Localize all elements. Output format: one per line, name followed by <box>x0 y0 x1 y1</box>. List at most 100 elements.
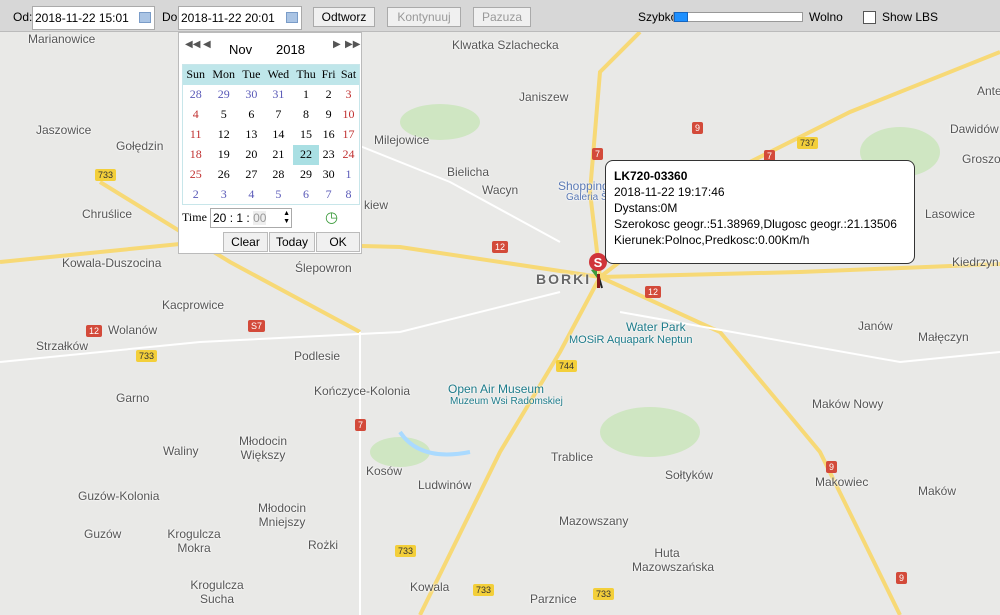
map-label: Janiszew <box>519 90 569 104</box>
map-label: Muzeum Wsi Radomskiej <box>450 396 563 407</box>
calendar-day[interactable]: 10 <box>338 105 359 125</box>
ok-button[interactable]: OK <box>316 232 360 252</box>
calendar-day[interactable]: 1 <box>338 165 359 185</box>
time-input[interactable]: 20 : 1 : 00 ▲ ▼ <box>210 208 292 228</box>
calendar-day[interactable]: 6 <box>239 105 264 125</box>
calendar-day[interactable]: 30 <box>239 85 264 105</box>
map-label: Jaszowice <box>36 123 92 137</box>
map-label: Janów <box>858 319 893 333</box>
calendar-day[interactable]: 20 <box>239 145 264 165</box>
calendar-week: 11 12 13 14 15 16 17 <box>183 125 360 145</box>
calendar-day[interactable]: 7 <box>264 105 293 125</box>
calendar-year[interactable]: 2018 <box>276 42 305 57</box>
info-popup: LK720-03360 2018-11-22 19:17:46 Dystans:… <box>605 160 915 264</box>
calendar-day[interactable]: 11 <box>183 125 209 145</box>
map[interactable]: Marianowice Klwatka Szlachecka Janiszew … <box>0 32 1000 615</box>
continue-button[interactable]: Kontynuuj <box>387 7 461 27</box>
speed-slider[interactable] <box>673 12 803 22</box>
prev-month-icon[interactable]: ◀ <box>203 39 211 50</box>
prev-year-icon[interactable]: ◀◀ <box>185 39 200 50</box>
map-label: Krogulcza Sucha <box>190 578 244 606</box>
calendar-day[interactable]: 8 <box>293 105 319 125</box>
to-datetime-input[interactable]: 2018-11-22 20:01 <box>178 6 302 30</box>
speed-slider-thumb[interactable] <box>674 12 688 22</box>
weekday-header: Tue <box>239 64 264 85</box>
fast-label: Szybko <box>638 10 678 24</box>
time-spinner[interactable]: ▲ ▼ <box>283 210 290 226</box>
minute-field[interactable]: 1 <box>236 211 243 225</box>
calendar-day[interactable]: 3 <box>338 85 359 105</box>
calendar-day[interactable]: 5 <box>264 185 293 205</box>
road-shield: 9 <box>826 461 838 473</box>
calendar-day[interactable]: 4 <box>183 105 209 125</box>
road-shield: 733 <box>136 350 158 362</box>
calendar-icon[interactable] <box>286 12 298 23</box>
next-month-icon[interactable]: ▶ <box>333 39 341 50</box>
calendar-day[interactable]: 7 <box>319 185 338 205</box>
calendar-day[interactable]: 2 <box>319 85 338 105</box>
weekday-header: Thu <box>292 64 320 85</box>
calendar-day[interactable]: 29 <box>293 165 319 185</box>
map-label: Shopping <box>558 179 609 193</box>
road-shield: 737 <box>797 137 819 149</box>
calendar-day[interactable]: 28 <box>183 85 209 105</box>
map-label: Maków <box>918 484 957 498</box>
calendar-day[interactable]: 5 <box>208 105 239 125</box>
map-label: Sołtyków <box>665 468 714 482</box>
calendar-month[interactable]: Nov <box>229 42 252 57</box>
from-datetime-input[interactable]: 2018-11-22 15:01 <box>32 6 155 30</box>
calendar-day[interactable]: 1 <box>293 85 319 105</box>
calendar-day[interactable]: 30 <box>319 165 338 185</box>
calendar-day[interactable]: 19 <box>208 145 239 165</box>
calendar-day[interactable]: 3 <box>208 185 239 205</box>
show-lbs-checkbox[interactable] <box>863 11 876 24</box>
calendar-day[interactable]: 31 <box>264 85 293 105</box>
today-button[interactable]: Today <box>269 232 315 252</box>
calendar-day[interactable]: 28 <box>264 165 293 185</box>
calendar-day[interactable]: 29 <box>208 85 239 105</box>
road-shield: 733 <box>95 169 117 181</box>
calendar-day[interactable]: 15 <box>293 125 319 145</box>
hour-field[interactable]: 20 <box>213 211 226 225</box>
clear-button[interactable]: Clear <box>223 232 268 252</box>
calendar-day[interactable]: 21 <box>264 145 293 165</box>
next-year-icon[interactable]: ▶▶ <box>345 39 360 50</box>
play-button[interactable]: Odtworz <box>313 7 375 27</box>
calendar-icon[interactable] <box>139 12 151 23</box>
calendar-day[interactable]: 26 <box>208 165 239 185</box>
calendar-day[interactable]: 27 <box>239 165 264 185</box>
map-label: MOSiR Aquapark Neptun <box>569 334 693 346</box>
calendar-day[interactable]: 16 <box>319 125 338 145</box>
clock-icon[interactable]: ◷ <box>325 208 338 227</box>
second-field[interactable]: 00 <box>253 211 267 225</box>
calendar-grid: Sun Mon Tue Wed Thu Fri Sat 28 29 30 31 1 2 3 4 5 6 7 8 9 1… <box>182 64 360 205</box>
calendar-day[interactable]: 25 <box>183 165 209 185</box>
road-shield: 9 <box>896 572 908 584</box>
calendar-day[interactable]: 8 <box>338 185 359 205</box>
pause-button[interactable]: Pazuza <box>473 7 531 27</box>
map-label: Guzów <box>84 527 122 541</box>
map-label: Water Park <box>626 320 686 334</box>
map-label: Ludwinów <box>418 478 472 492</box>
road-shield: 12 <box>86 325 103 337</box>
map-label: Dawidów <box>950 122 999 136</box>
map-label: Waliny <box>163 444 199 458</box>
calendar-day[interactable]: 23 <box>319 145 338 165</box>
calendar-day[interactable]: 18 <box>183 145 209 165</box>
calendar-day[interactable]: 6 <box>293 185 319 205</box>
calendar-day[interactable]: 24 <box>338 145 359 165</box>
calendar-day[interactable]: 22 <box>292 144 320 165</box>
road-shield: 12 <box>492 241 509 253</box>
calendar-day[interactable]: 4 <box>239 185 264 205</box>
calendar-day[interactable]: 14 <box>264 125 293 145</box>
calendar-day[interactable]: 9 <box>319 105 338 125</box>
map-label: Parznice <box>530 592 577 606</box>
calendar-day[interactable]: 12 <box>208 125 239 145</box>
calendar-week: 4 5 6 7 8 9 10 <box>183 105 360 125</box>
calendar-day[interactable]: 2 <box>183 185 209 205</box>
calendar-day[interactable]: 13 <box>239 125 264 145</box>
calendar-week: 28 29 30 31 1 2 3 <box>183 85 360 105</box>
map-label: Groszowice <box>962 152 1000 166</box>
calendar-day[interactable]: 17 <box>338 125 359 145</box>
calendar-week: 2345678 <box>183 185 360 205</box>
